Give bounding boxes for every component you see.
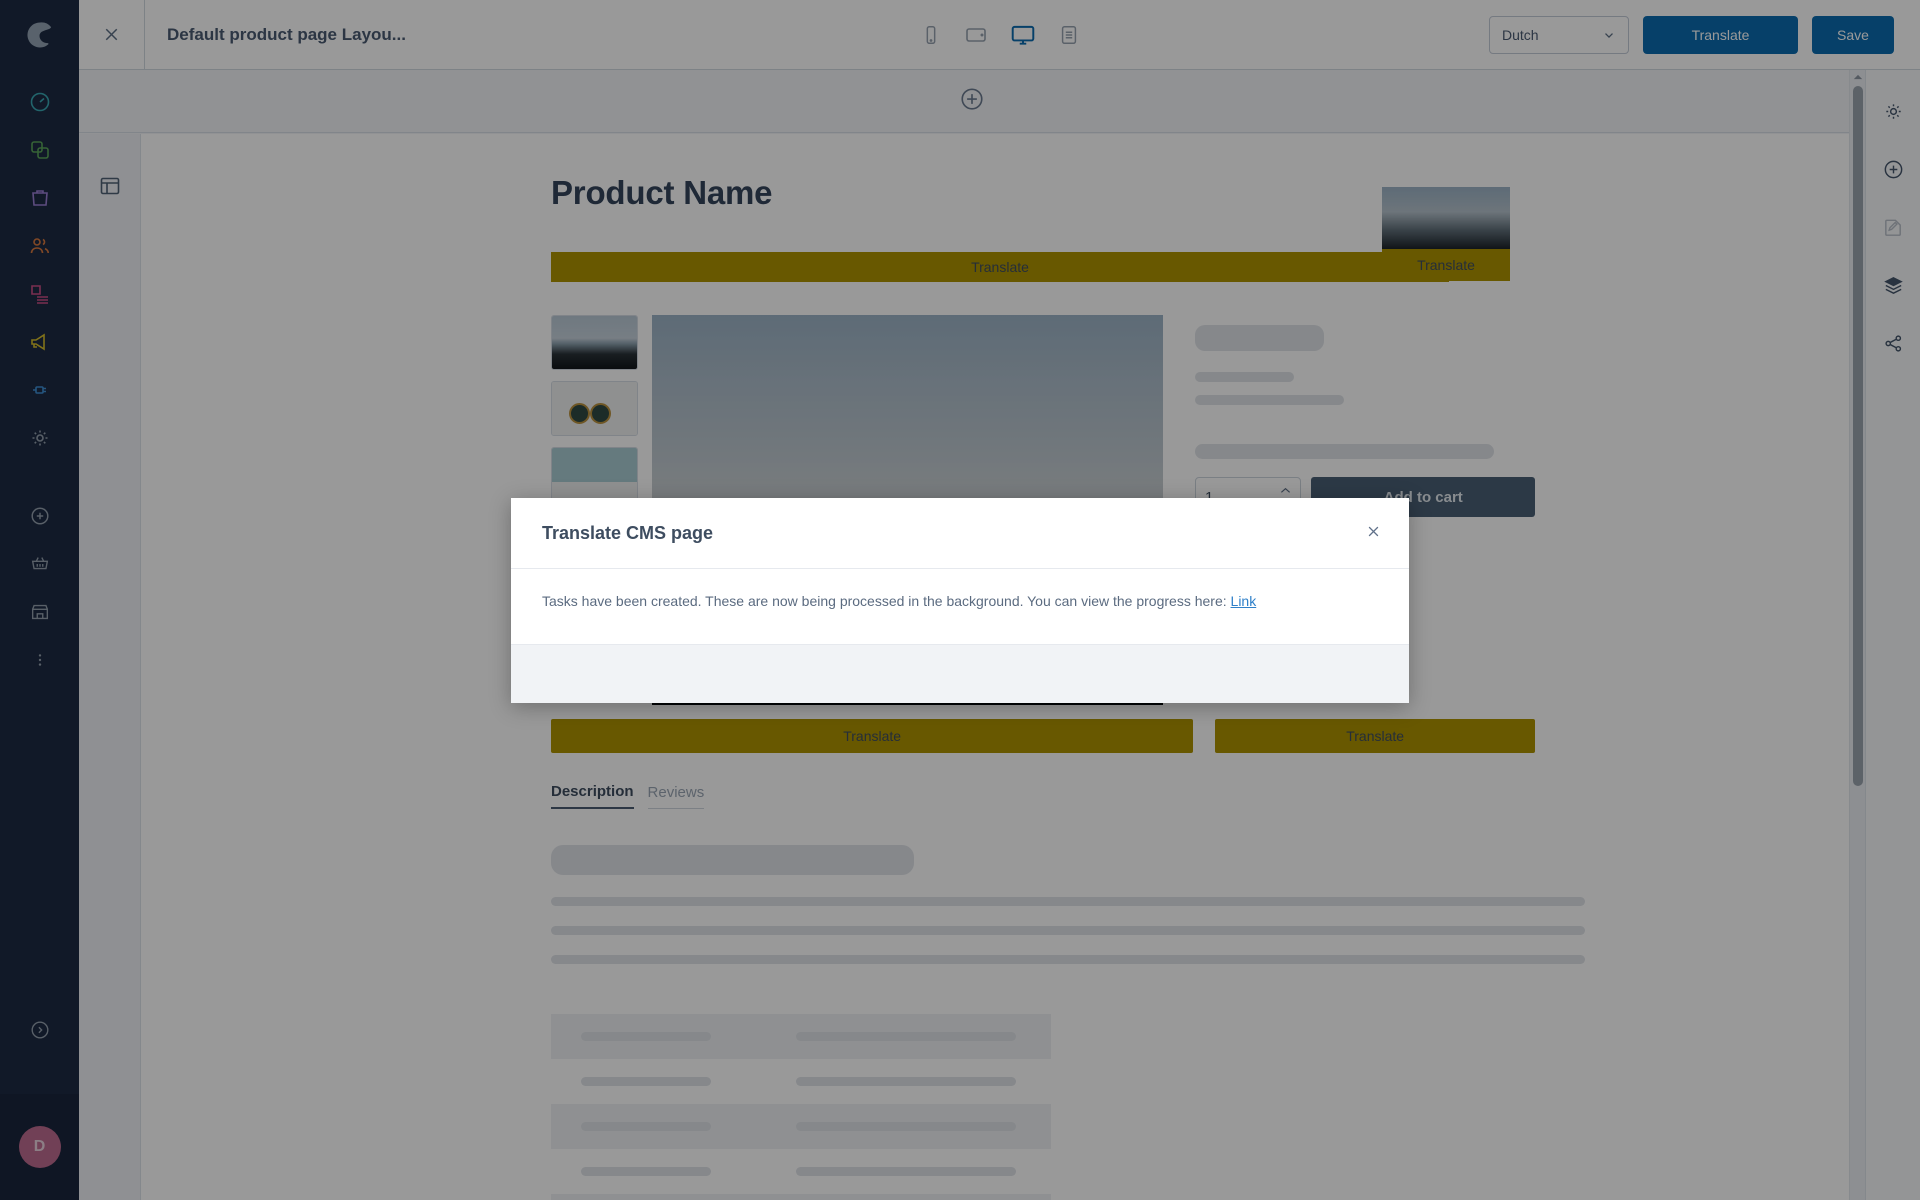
modal-body: Tasks have been created. These are now b…	[511, 569, 1409, 644]
translate-cms-page-modal: Translate CMS page Tasks have been creat…	[511, 498, 1409, 703]
page-builder-app: D Default product page Layou... Dutch Tr…	[0, 0, 1920, 1200]
progress-link[interactable]: Link	[1231, 593, 1257, 609]
modal-footer	[511, 644, 1409, 703]
close-icon	[1368, 526, 1379, 536]
modal-message: Tasks have been created. These are now b…	[542, 593, 1227, 609]
modal-header: Translate CMS page	[511, 498, 1409, 569]
modal-close-button[interactable]	[1366, 524, 1381, 543]
modal-title: Translate CMS page	[542, 522, 714, 543]
